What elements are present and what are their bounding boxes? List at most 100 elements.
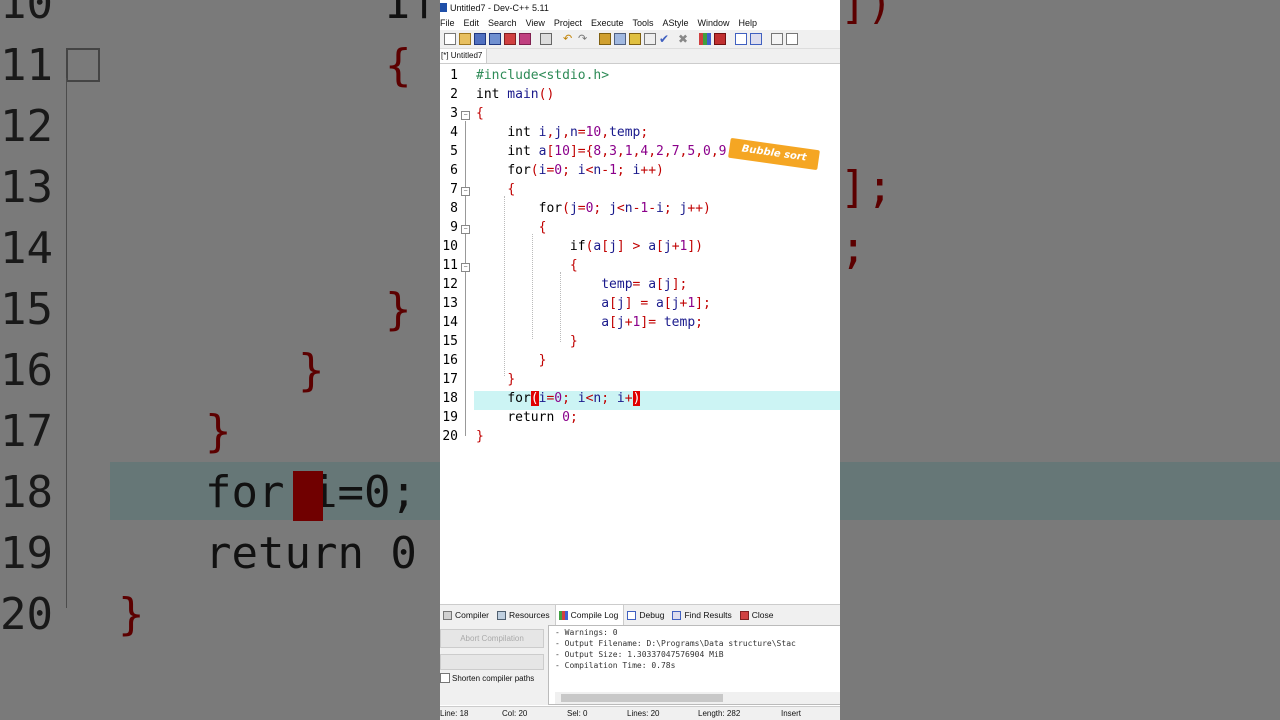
menu-edit[interactable]: Edit	[464, 16, 485, 30]
background-left-zoom: 10 11 12 13 14 15 16 17 18 19 20 If { } …	[0, 0, 440, 720]
resources-icon	[497, 610, 507, 620]
debug-tab-icon	[627, 610, 637, 620]
line-number: 8	[450, 201, 458, 216]
code-line[interactable]: for(i=0; i<n; i+)	[476, 391, 641, 406]
line-number: 11	[442, 258, 458, 273]
bg-dim-overlay	[0, 0, 440, 720]
goto-icon[interactable]	[771, 33, 783, 45]
print-icon[interactable]	[540, 33, 552, 45]
editor-tabs: [*] Untitled7	[440, 49, 840, 64]
chart-icon[interactable]	[699, 33, 711, 45]
bg-dim-overlay	[840, 0, 1280, 720]
fold-toggle-icon[interactable]: −	[461, 187, 470, 196]
status-col: Col: 20	[502, 709, 528, 718]
code-line[interactable]: int i,j,n=10,temp;	[476, 125, 648, 140]
line-number: 14	[442, 315, 458, 330]
compile-log-output[interactable]: - Warnings: 0 - Output Filename: D:\Prog…	[548, 625, 840, 705]
close-file-icon[interactable]	[504, 33, 516, 45]
tab-compile-log[interactable]: Compile Log	[554, 605, 625, 625]
code-line[interactable]: {	[476, 182, 515, 197]
code-line[interactable]: if(a[j] > a[j+1])	[476, 239, 703, 254]
background-right-zoom: ]) ]; ;	[840, 0, 1280, 720]
bubble-sort-badge: Bubble sort	[728, 137, 820, 171]
fold-toggle-icon[interactable]: −	[461, 263, 470, 272]
shorten-paths-checkbox[interactable]	[440, 673, 450, 683]
code-line[interactable]: }	[476, 429, 484, 444]
find-results-icon	[672, 610, 682, 620]
replace-icon[interactable]	[750, 33, 762, 45]
menu-window[interactable]: Window	[698, 16, 735, 30]
tab-compiler[interactable]: Compiler	[440, 605, 494, 625]
indent-icon[interactable]	[599, 33, 611, 45]
find-icon[interactable]	[735, 33, 747, 45]
more-icon[interactable]	[786, 33, 798, 45]
line-number: 7	[450, 182, 458, 197]
menu-search[interactable]: Search	[488, 16, 522, 30]
menu-project[interactable]: Project	[554, 16, 587, 30]
undo-icon[interactable]: ↶	[563, 33, 575, 45]
open-icon[interactable]	[459, 33, 471, 45]
code-line[interactable]: return 0;	[476, 410, 577, 425]
code-line[interactable]: for(j=0; j<n-1-i; j++)	[476, 201, 711, 216]
code-line[interactable]: a[j] = a[j+1];	[476, 296, 711, 311]
code-line[interactable]: }	[476, 334, 578, 349]
menu-astyle[interactable]: AStyle	[662, 16, 693, 30]
shorten-paths-option[interactable]: Shorten compiler paths	[440, 673, 534, 683]
compile-log-icon	[558, 610, 568, 620]
code-line[interactable]: int main()	[476, 87, 554, 102]
log-line: - Output Filename: D:\Programs\Data stru…	[555, 639, 796, 648]
tab-close[interactable]: Close	[737, 605, 779, 625]
redo-icon[interactable]: ↷	[578, 33, 590, 45]
line-number: 1	[450, 68, 458, 83]
menu-help[interactable]: Help	[739, 16, 763, 30]
tab-resources[interactable]: Resources	[494, 605, 555, 625]
fold-toggle-icon[interactable]: −	[461, 225, 470, 234]
status-bar: Line: 18 Col: 20 Sel: 0 Lines: 20 Length…	[440, 706, 840, 720]
line-number: 9	[450, 220, 458, 235]
devcpp-app-icon	[440, 3, 447, 12]
save-icon[interactable]	[474, 33, 486, 45]
code-line[interactable]: for(i=0; i<n-1; i++)	[476, 163, 664, 178]
status-length: Length: 282	[698, 709, 741, 718]
code-line[interactable]: a[j+1]= temp;	[476, 315, 703, 330]
log-horizontal-scrollbar[interactable]	[555, 692, 840, 704]
line-number: 5	[450, 144, 458, 159]
menu-view[interactable]: View	[526, 16, 550, 30]
log-line: - Warnings: 0	[555, 628, 618, 637]
code-line[interactable]: {	[476, 106, 484, 121]
tab-label: Compiler	[455, 610, 490, 620]
code-line[interactable]: int a[10]={8,3,1,4,2,7,5,0,9,6};	[476, 144, 758, 159]
close-all-icon[interactable]	[519, 33, 531, 45]
line-number: 16	[442, 353, 458, 368]
cross-icon[interactable]: ✖	[678, 33, 690, 45]
tab-untitled7[interactable]: [*] Untitled7	[440, 49, 488, 63]
code-line[interactable]: {	[476, 220, 547, 235]
grid-icon[interactable]	[644, 33, 656, 45]
devcpp-window: Untitled7 - Dev-C++ 5.11 File Edit Searc…	[440, 0, 840, 720]
check-icon[interactable]: ✔	[659, 33, 671, 45]
scrollbar-thumb[interactable]	[561, 694, 723, 702]
line-number: 3	[450, 106, 458, 121]
code-editor[interactable]: 1 2 3−4 5 6 7−8 9−10 11−12 13 14 15 16 17 18 19 20 #incl…	[440, 66, 840, 602]
menu-file[interactable]: File	[440, 16, 460, 30]
line-number: 17	[442, 372, 458, 387]
status-lines: Lines: 20	[627, 709, 660, 718]
new-file-icon[interactable]	[444, 33, 456, 45]
unindent-icon[interactable]	[614, 33, 626, 45]
tab-debug[interactable]: Debug	[624, 605, 669, 625]
tab-label: Resources	[509, 610, 550, 620]
debug-icon[interactable]	[714, 33, 726, 45]
code-line[interactable]: temp= a[j];	[476, 277, 687, 292]
menu-tools[interactable]: Tools	[632, 16, 658, 30]
line-number: 19	[442, 410, 458, 425]
menu-execute[interactable]: Execute	[591, 16, 629, 30]
code-line[interactable]: }	[476, 372, 515, 387]
code-line[interactable]: {	[476, 258, 578, 273]
save-all-icon[interactable]	[489, 33, 501, 45]
fold-toggle-icon[interactable]: −	[461, 111, 470, 120]
toggle-comment-icon[interactable]	[629, 33, 641, 45]
tab-find-results[interactable]: Find Results	[669, 605, 736, 625]
code-line[interactable]: #include<stdio.h>	[476, 68, 609, 83]
code-line[interactable]: }	[476, 353, 547, 368]
abort-compilation-button[interactable]: Abort Compilation	[440, 629, 544, 648]
